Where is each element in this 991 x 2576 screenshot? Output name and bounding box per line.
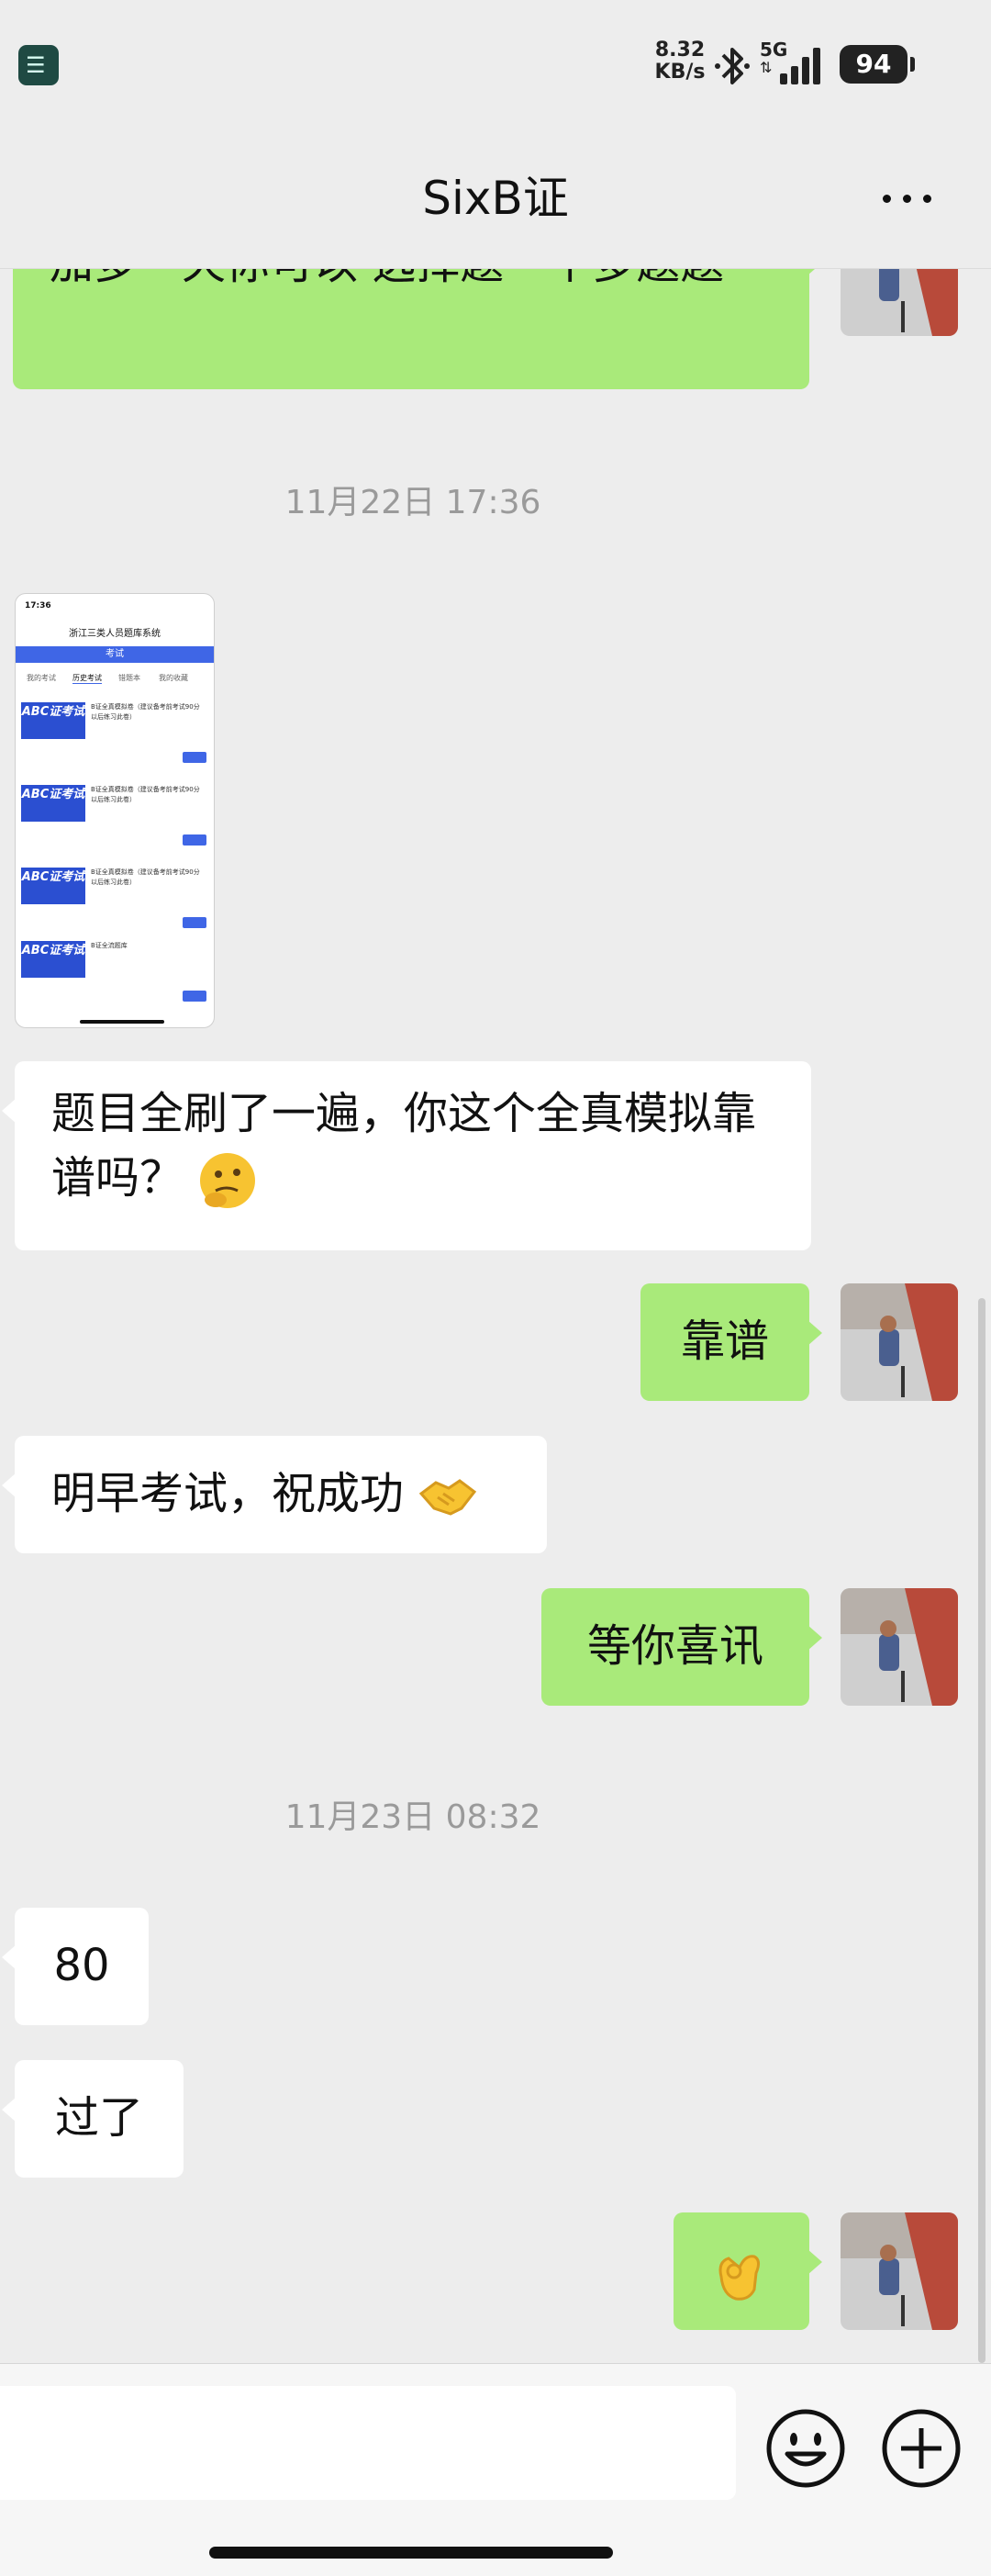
thumb-button (183, 917, 206, 928)
bluetooth-icon (715, 48, 750, 84)
thumb-item-title: B证全真模拟卷（建议备考前考试90分以后练习此卷） (91, 786, 200, 803)
signal-strength-icon (780, 48, 820, 84)
input-bar (0, 2363, 991, 2576)
thumb-logo: ABC证考试 (21, 785, 85, 822)
message-text: 等你喜讯 (586, 1620, 763, 1672)
scrollbar[interactable] (978, 1298, 985, 2363)
network-speed-unit: KB/s (654, 61, 706, 84)
thinking-face-emoji (200, 1153, 256, 1208)
thumb-item-title: B证全真模拟卷（建议备考前考试90分以后练习此卷） (91, 868, 200, 886)
avatar[interactable] (841, 1588, 958, 1706)
battery-tip (910, 57, 915, 72)
message-incoming[interactable]: 过了 (2, 2060, 184, 2178)
message-text: 过了 (54, 2092, 143, 2144)
chat-header: SixB证 (0, 129, 991, 269)
thumb-button (183, 834, 206, 846)
thumb-logo: ABC证考试 (21, 868, 85, 904)
thumb-item-title: B证全流题库 (91, 942, 128, 949)
message-outgoing[interactable] (674, 2212, 822, 2330)
image-message-screenshot[interactable]: 17:36 浙江三类人员题库系统 考试 我的考试 历史考试 错题本 我的收藏 A… (15, 593, 215, 1028)
thumb-list-item: ABC证考试 B证全真模拟卷（建议备考前考试90分以后练习此卷） (19, 860, 210, 934)
home-indicator (209, 2547, 613, 2559)
message-outgoing[interactable]: 加多一天你可以 选择题一个多题题 (13, 268, 822, 389)
thumb-tab: 我的考试 (27, 674, 56, 682)
avatar[interactable] (841, 1283, 958, 1401)
thumb-tabs: 我的考试 历史考试 错题本 我的收藏 (16, 667, 214, 686)
thumb-status-time: 17:36 (25, 601, 51, 610)
more-dots-icon[interactable] (879, 193, 934, 206)
data-arrows-icon: ⇅ (760, 59, 773, 76)
plus-circle-icon[interactable] (881, 2408, 962, 2489)
message-text: 加多一天你可以 选择题一个多题题 (50, 268, 724, 289)
timestamp: 11月22日 17:36 (284, 484, 541, 521)
handshake-emoji (419, 1479, 477, 1516)
smiley-icon[interactable] (765, 2408, 846, 2489)
ok-hand-emoji (718, 2255, 761, 2301)
message-text: 80 (53, 1940, 110, 1991)
thumb-list-item: ABC证考试 B证全真模拟卷（建议备考前考试90分以后练习此卷） (19, 778, 210, 851)
thumb-home-indicator (80, 1020, 164, 1024)
thumb-logo: ABC证考试 (21, 702, 85, 739)
avatar[interactable] (841, 2212, 958, 2330)
thumb-logo: ABC证考试 (21, 941, 85, 978)
network-speed: 8.32 KB/s (648, 39, 712, 84)
message-outgoing[interactable]: 靠谱 (640, 1283, 822, 1401)
thumb-app-title: 浙江三类人员题库系统 (69, 629, 161, 639)
message-list[interactable]: 加多一天你可以 选择题一个多题题 11月22日 17:36 17:36 浙江三类… (0, 268, 991, 2361)
thumb-button (183, 991, 206, 1002)
message-text: 靠谱 (680, 1316, 769, 1367)
timestamp: 11月23日 08:32 (284, 1798, 541, 1836)
message-outgoing[interactable]: 等你喜讯 (541, 1588, 822, 1706)
message-incoming[interactable]: 明早考试，祝成功 (2, 1436, 547, 1553)
message-incoming[interactable]: 题目全刷了一遍，你这个全真模拟靠谱吗？ (2, 1061, 811, 1250)
network-speed-value: 8.32 (654, 39, 706, 62)
battery-level: 94 (840, 45, 907, 84)
thumb-tab: 历史考试 (72, 674, 102, 684)
thumb-bar-label: 考试 (106, 649, 124, 659)
thumb-tab: 我的收藏 (159, 674, 188, 682)
message-text: 题目全刷了一遍，你这个全真模拟靠谱吗？ (51, 1088, 757, 1204)
avatar[interactable] (841, 268, 958, 336)
chat-title: SixB证 (422, 172, 569, 225)
thumb-button (183, 752, 206, 763)
message-input[interactable] (0, 2386, 736, 2500)
thumb-item-title: B证全真模拟卷（建议备考前考试90分以后练习此卷） (91, 703, 200, 721)
thumb-list-item: ABC证考试 B证全流题库 (19, 934, 210, 1007)
message-text: 明早考试，祝成功 (51, 1468, 405, 1519)
status-bar: ☰ 8.32 KB/s 5G ⇅ 94 (0, 0, 991, 129)
message-incoming[interactable]: 80 (2, 1908, 149, 2025)
app-notification-icon: ☰ (18, 45, 59, 85)
thumb-tab: 错题本 (118, 674, 140, 682)
thumb-list-item: ABC证考试 B证全真模拟卷（建议备考前考试90分以后练习此卷） (19, 695, 210, 768)
thumb-blue-bar: 考试 (16, 646, 214, 663)
